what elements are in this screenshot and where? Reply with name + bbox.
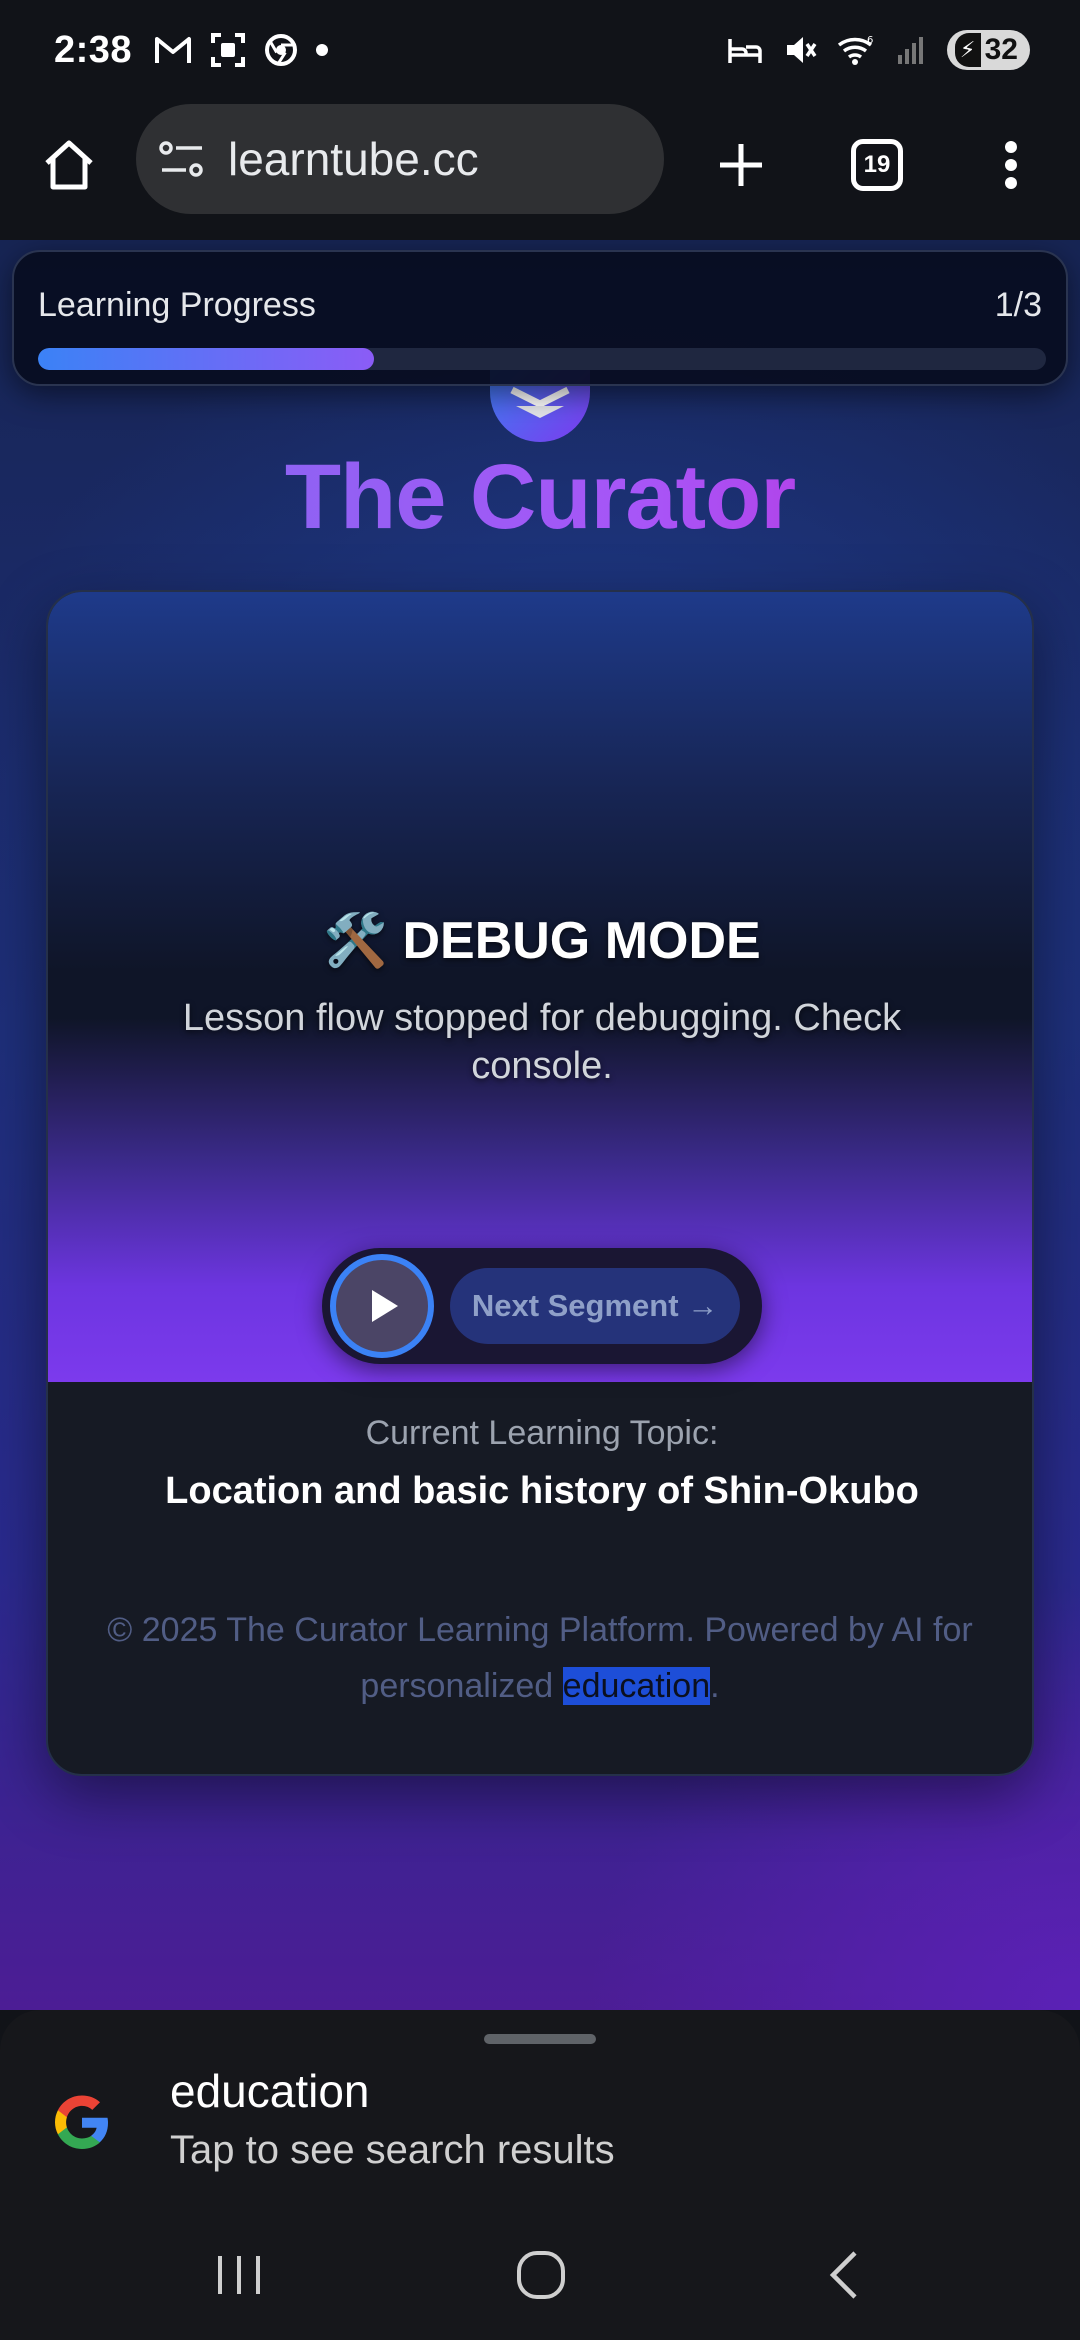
tap-to-search-sheet[interactable]: education Tap to see search results xyxy=(0,2010,1080,2210)
lesson-video-area: 🛠️ DEBUG MODE Lesson flow stopped for de… xyxy=(48,592,1032,1382)
app-title: The Curator xyxy=(0,445,1080,550)
tab-count: 19 xyxy=(851,139,903,191)
home-nav-button[interactable] xyxy=(506,2244,576,2306)
dot-icon xyxy=(316,44,329,56)
sleep-icon xyxy=(727,39,762,63)
search-query: education xyxy=(170,2065,370,2117)
status-time: 2:38 xyxy=(54,28,133,71)
address-bar[interactable]: learntube.cc xyxy=(136,104,664,214)
home-circle-icon xyxy=(517,2251,565,2299)
home-button[interactable] xyxy=(34,130,104,200)
play-icon xyxy=(372,1290,398,1322)
topic-label: Current Learning Topic: xyxy=(365,1414,719,1452)
url-text: learntube.cc xyxy=(228,133,479,185)
browser-menu-button[interactable] xyxy=(976,130,1046,200)
battery-icon: ⚡ 32 xyxy=(946,30,1030,70)
back-button[interactable] xyxy=(808,2244,878,2306)
footer-text-end: . xyxy=(710,1667,720,1705)
wifi-icon: 6 xyxy=(837,35,873,65)
search-hint: Tap to see search results xyxy=(170,2128,615,2172)
recents-icon xyxy=(218,2256,260,2294)
google-g-icon xyxy=(55,2095,108,2149)
system-nav-bar xyxy=(0,2210,1080,2340)
mute-icon xyxy=(786,37,817,63)
browser-toolbar: learntube.cc 19 xyxy=(0,100,1080,240)
footer-text-main: © 2025 The Curator Learning Platform. Po… xyxy=(107,1611,973,1705)
topic-title: Location and basic history of Shin-Okubo xyxy=(165,1470,919,1512)
signal-icon xyxy=(897,37,923,64)
lesson-card: 🛠️ DEBUG MODE Lesson flow stopped for de… xyxy=(46,590,1034,1776)
tab-switcher-button[interactable]: 19 xyxy=(842,130,912,200)
debug-title-text: DEBUG MODE xyxy=(402,912,761,970)
selected-word[interactable]: education xyxy=(562,1667,711,1705)
playback-controls: Next Segment → xyxy=(322,1248,762,1364)
plus-icon xyxy=(720,144,762,186)
new-tab-button[interactable] xyxy=(706,130,776,200)
tools-icon: 🛠️ xyxy=(323,912,389,970)
progress-fill xyxy=(38,348,374,370)
status-notification-icons xyxy=(154,32,329,68)
sheet-drag-handle[interactable] xyxy=(484,2034,596,2044)
back-chevron-icon xyxy=(829,2251,857,2299)
svg-text:6: 6 xyxy=(867,35,873,46)
progress-label: Learning Progress xyxy=(38,286,316,324)
status-system-icons: 6 ⚡ 32 xyxy=(727,30,1030,70)
status-bar: 2:38 6 ⚡ 32 xyxy=(0,0,1080,100)
recent-apps-button[interactable] xyxy=(204,2244,274,2306)
gmail-icon xyxy=(155,37,192,63)
web-page: Learning Progress 1/3 The Curator 🛠️ DEB… xyxy=(0,240,1080,2010)
debug-title: 🛠️ DEBUG MODE xyxy=(48,910,1032,971)
charging-bolt-icon: ⚡ xyxy=(954,33,981,67)
footer-text: © 2025 The Curator Learning Platform. Po… xyxy=(60,1602,1020,1714)
learning-progress-card: Learning Progress 1/3 xyxy=(12,250,1068,386)
progress-track xyxy=(38,348,1046,370)
progress-count: 1/3 xyxy=(994,286,1042,324)
chrome-icon xyxy=(265,34,298,66)
debug-message: Lesson flow stopped for debugging. Check… xyxy=(182,997,902,1087)
play-button[interactable] xyxy=(330,1254,434,1358)
home-icon xyxy=(45,140,93,190)
site-settings-icon[interactable] xyxy=(158,139,206,179)
screenshot-icon xyxy=(211,33,246,67)
more-vert-icon xyxy=(1005,141,1017,189)
battery-level: 32 xyxy=(984,33,1018,66)
next-segment-button[interactable]: Next Segment → xyxy=(450,1268,740,1344)
